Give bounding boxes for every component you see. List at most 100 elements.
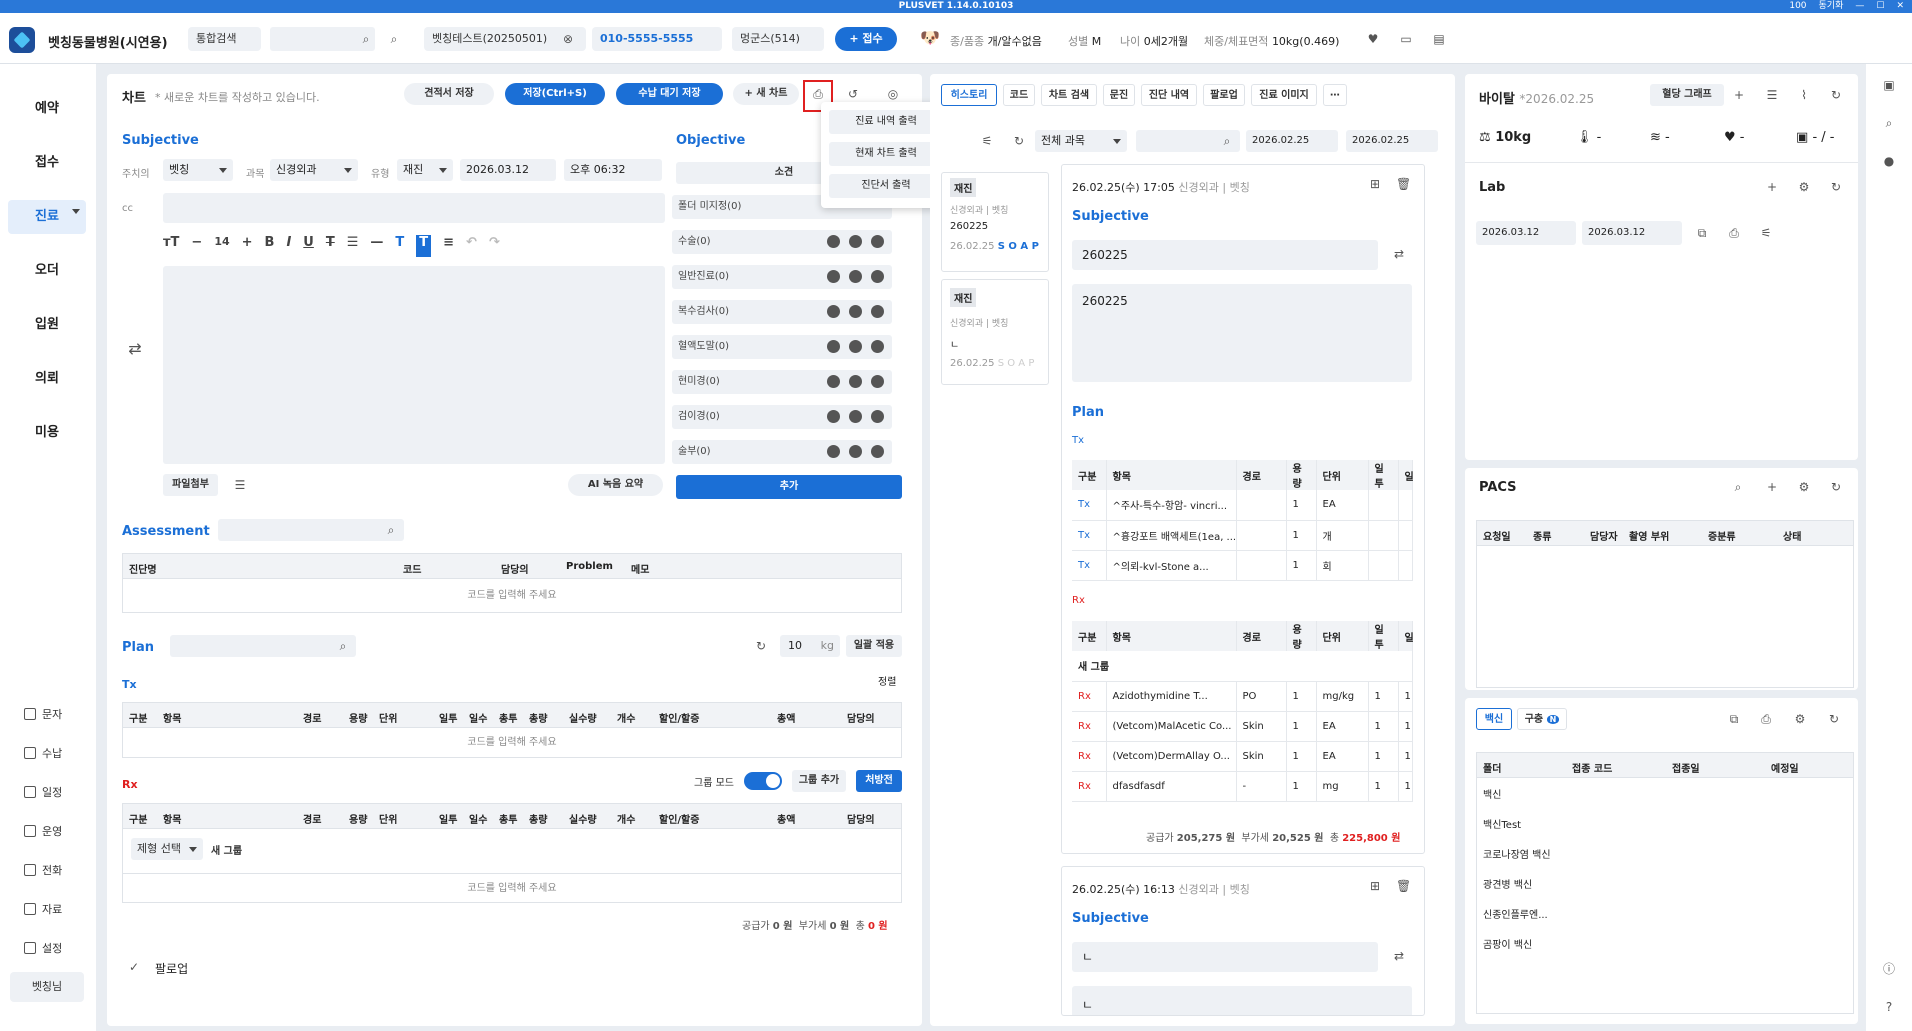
date-input[interactable]: 2026.03.12: [460, 159, 556, 181]
assessment-search-input[interactable]: [218, 519, 404, 541]
swap-icon[interactable]: ⇄: [128, 341, 142, 357]
save-button[interactable]: 저장(Ctrl+S): [505, 83, 605, 105]
new-chart-button[interactable]: + 새 차트: [733, 83, 799, 105]
minimize-icon[interactable]: —: [1855, 0, 1864, 13]
vaccine-refresh-icon[interactable]: ↻: [1827, 712, 1841, 726]
nav-referral[interactable]: 의뢰: [8, 362, 86, 396]
card-icon[interactable]: ▤: [1432, 32, 1446, 46]
patient-search-icon[interactable]: ⌕: [387, 32, 401, 46]
camera-icon[interactable]: ◎: [886, 87, 900, 101]
underline-icon[interactable]: U: [303, 235, 314, 257]
vaccine-settings-icon[interactable]: ⚙: [1793, 712, 1807, 726]
glucose-graph-button[interactable]: 혈당 그래프: [1650, 84, 1724, 106]
copy-icon[interactable]: ⧉: [1695, 226, 1709, 240]
nav-payment[interactable]: 수납: [24, 745, 62, 761]
tab-vaccine[interactable]: 백신: [1476, 708, 1512, 730]
clear-patient-icon[interactable]: ⊗: [561, 32, 575, 46]
nav-settings[interactable]: 설정: [24, 940, 62, 956]
group-mode-toggle[interactable]: [744, 772, 782, 790]
swap-icon[interactable]: ⇄: [1392, 247, 1406, 261]
vaccine-print-icon[interactable]: ⎙: [1759, 712, 1773, 726]
pacs-search-icon[interactable]: ⌕: [1731, 480, 1745, 494]
lab-date-to[interactable]: 2026.03.12: [1582, 221, 1682, 245]
bulk-apply-button[interactable]: 일괄 적용: [846, 635, 902, 657]
line-icon[interactable]: —: [370, 235, 383, 257]
sort-button[interactable]: 정렬: [878, 673, 896, 688]
dept-select[interactable]: 신경외과: [270, 159, 358, 181]
cc-input[interactable]: [163, 193, 665, 223]
swap-icon[interactable]: ⇄: [1392, 949, 1406, 963]
reception-button[interactable]: + 접수: [835, 27, 897, 51]
save-pay-button[interactable]: 수납 대기 저장: [616, 83, 723, 105]
nav-order[interactable]: 오더: [8, 254, 86, 288]
attach-button[interactable]: 파일첨부: [163, 474, 218, 496]
new-group-label[interactable]: 새 그룹: [211, 842, 242, 857]
copy-record-icon[interactable]: ⊞: [1368, 879, 1382, 893]
followup-check-icon[interactable]: ✓: [127, 960, 141, 974]
rx-empty[interactable]: 코드를 입력해 주세요: [123, 873, 901, 903]
nav-data[interactable]: 자료: [24, 901, 62, 917]
list-view-icon[interactable]: ☰: [233, 478, 247, 492]
bold-icon[interactable]: B: [265, 235, 275, 257]
surgery-category[interactable]: 수술(0): [672, 230, 892, 254]
nav-grooming[interactable]: 미용: [8, 416, 86, 450]
ai-summary-button[interactable]: AI 녹음 요약: [568, 474, 663, 496]
estimate-save-button[interactable]: 견적서 저장: [404, 83, 494, 105]
help-icon[interactable]: ?: [1882, 1000, 1896, 1014]
table-row[interactable]: 신종인플루엔...: [1483, 906, 1548, 921]
nav-sms[interactable]: 문자: [24, 706, 62, 722]
add-objective-button[interactable]: 추가: [676, 475, 902, 499]
chart-icon[interactable]: ⌇: [1797, 88, 1811, 102]
assessment-empty[interactable]: 코드를 입력해 주세요: [122, 579, 902, 613]
more-icon[interactable]: ⋯: [1323, 84, 1347, 106]
tab-code[interactable]: 코드: [1003, 84, 1035, 106]
refresh-icon[interactable]: ↻: [1829, 88, 1843, 102]
form-select[interactable]: 제형 선택: [131, 838, 203, 860]
nav-treatment[interactable]: 진료: [8, 200, 86, 234]
group-add-button[interactable]: 그룹 추가: [792, 770, 846, 792]
delete-record-icon[interactable]: 🗑: [1396, 879, 1411, 893]
history-refresh-icon[interactable]: ↻: [1012, 134, 1026, 148]
lab-add-icon[interactable]: +: [1765, 180, 1779, 194]
font-size-icon[interactable]: ᴛT: [163, 235, 179, 257]
nav-reservation[interactable]: 예약: [8, 92, 86, 126]
italic-icon[interactable]: I: [286, 235, 291, 257]
strike-icon[interactable]: T: [326, 235, 335, 257]
plus-icon[interactable]: +: [242, 235, 253, 257]
refresh-icon[interactable]: ↻: [754, 639, 768, 653]
tx-empty[interactable]: 코드를 입력해 주세요: [122, 728, 902, 758]
zoom-level[interactable]: 100: [1789, 0, 1806, 13]
print-current-chart-item[interactable]: 현재 차트 출력: [829, 142, 943, 166]
phone-select[interactable]: 010-5555-5555: [592, 27, 722, 51]
table-row[interactable]: 백신Test: [1483, 816, 1521, 831]
undo-icon[interactable]: ↶: [466, 235, 477, 257]
history-date-to[interactable]: 2026.02.25: [1346, 130, 1438, 152]
dept-all-select[interactable]: 전체 과목: [1035, 130, 1127, 152]
tab-followup[interactable]: 팔로업: [1203, 84, 1245, 106]
assessment-search-icon[interactable]: ⌕: [384, 523, 398, 537]
table-row[interactable]: 곰팡이 백신: [1483, 936, 1532, 951]
multi-test-category[interactable]: 복수검사(0): [672, 300, 892, 324]
history-card[interactable]: 재진 신경외과 | 벳칭 260225 26.02.25 S O A P: [941, 172, 1049, 272]
add-icon[interactable]: +: [1732, 88, 1746, 102]
prescription-button[interactable]: 처방전: [856, 770, 902, 792]
plan-search-input[interactable]: [170, 635, 356, 657]
filter-icon[interactable]: ⚟: [1759, 226, 1773, 240]
lab-settings-icon[interactable]: ⚙: [1797, 180, 1811, 194]
type-select[interactable]: 재진: [397, 159, 453, 181]
folder-icon[interactable]: ▭: [1399, 32, 1413, 46]
time-input[interactable]: 오후 06:32: [564, 159, 662, 181]
sync-button[interactable]: 동기화: [1819, 0, 1844, 13]
history-search-icon[interactable]: ⌕: [1220, 134, 1234, 148]
doctor-select[interactable]: 벳칭: [163, 159, 233, 181]
tab-images[interactable]: 진료 이미지: [1251, 84, 1317, 106]
history-undo-icon[interactable]: ↺: [846, 87, 860, 101]
general-category[interactable]: 일반진료(0): [672, 265, 892, 289]
search-icon[interactable]: ⌕: [359, 32, 373, 46]
copy-record-icon[interactable]: ⊞: [1368, 177, 1382, 191]
chat-icon[interactable]: ●: [1882, 154, 1896, 168]
profile-icon[interactable]: ▣: [1882, 78, 1896, 92]
bg-color-icon[interactable]: T: [416, 235, 432, 257]
table-row[interactable]: 백신: [1483, 786, 1501, 801]
user-button[interactable]: 벳칭님: [10, 972, 84, 1002]
